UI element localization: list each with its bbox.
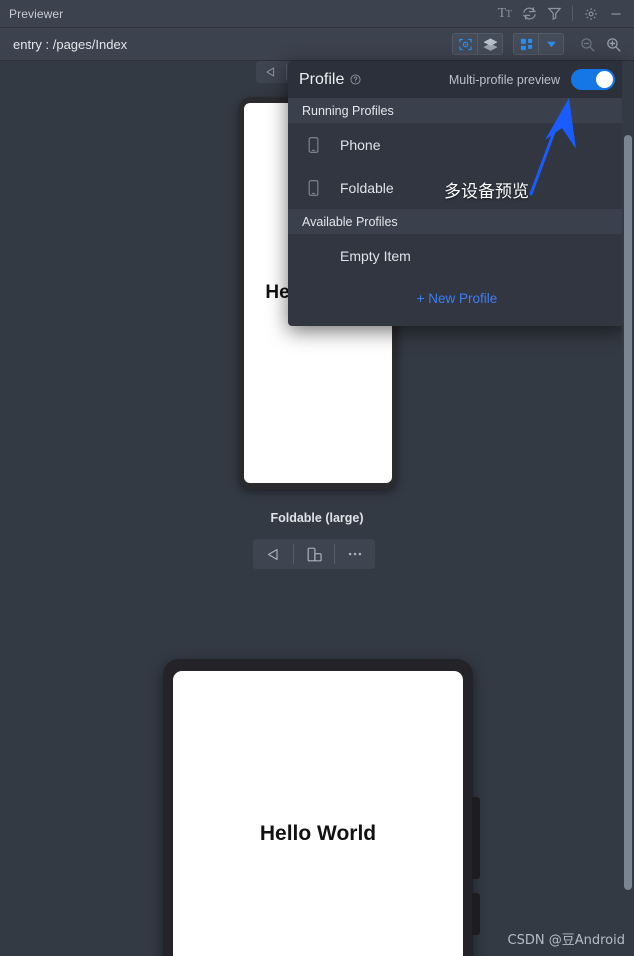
profile-dropdown-chevron-icon[interactable]	[539, 34, 563, 54]
play-back-icon[interactable]	[256, 61, 286, 83]
foldable-device-icon	[302, 179, 324, 196]
profile-item-label: Empty Item	[340, 247, 411, 264]
profile-item-label: Phone	[340, 136, 381, 153]
multi-device-grid-icon[interactable]	[514, 34, 538, 54]
font-size-icon[interactable]: TT	[492, 0, 517, 28]
profile-selector-group[interactable]	[513, 33, 564, 55]
foldable-preview-toolbar[interactable]	[253, 539, 375, 569]
multi-profile-toggle-label: Multi-profile preview	[448, 72, 560, 87]
annotation-label: 多设备预览	[444, 182, 529, 202]
section-header-available-profiles: Available Profiles	[288, 209, 626, 234]
multi-profile-preview-toggle[interactable]	[571, 69, 615, 90]
play-back-icon[interactable]	[253, 539, 293, 569]
entry-path-label: entry : /pages/Index	[13, 36, 128, 52]
watermark-text: CSDN @豆Android	[507, 933, 625, 948]
profile-item-empty[interactable]: Empty Item	[288, 234, 626, 277]
zoom-out-icon[interactable]	[574, 31, 600, 57]
titlebar-divider	[572, 6, 573, 21]
path-toolbar: entry : /pages/Index	[0, 28, 634, 61]
minimize-icon[interactable]	[603, 0, 628, 28]
view-mode-group	[452, 33, 503, 55]
foldable-screen-text: Hello World	[259, 822, 377, 845]
titlebar-icon-group: TT	[492, 0, 634, 28]
profile-panel-header: Profile Multi-profile preview	[288, 61, 626, 98]
foldable-device-screen: Hello World	[173, 671, 463, 956]
window-titlebar: Previewer TT	[0, 0, 634, 28]
profile-item-phone[interactable]: Phone	[288, 123, 626, 166]
fold-device-icon[interactable]	[294, 539, 334, 569]
zoom-in-icon[interactable]	[600, 31, 626, 57]
foldable-device-preview[interactable]: Hello World	[163, 659, 480, 956]
profile-item-label: Foldable	[340, 179, 394, 196]
more-options-icon[interactable]	[335, 539, 375, 569]
foldable-device-label: Foldable (large)	[270, 511, 364, 525]
settings-gear-icon[interactable]	[578, 0, 603, 28]
plug-icon[interactable]	[542, 0, 567, 28]
toggle-knob	[596, 71, 613, 88]
foldable-side-button-volume	[472, 893, 480, 935]
phone-device-icon	[302, 136, 324, 153]
profile-panel-title: Profile	[299, 70, 345, 88]
layers-icon[interactable]	[478, 34, 502, 54]
new-profile-button[interactable]: + New Profile	[288, 277, 626, 320]
foldable-side-button-power	[472, 797, 480, 879]
refresh-icon[interactable]	[517, 0, 542, 28]
help-circle-icon[interactable]	[350, 74, 361, 85]
inspector-icon[interactable]	[453, 34, 477, 54]
section-header-running-profiles: Running Profiles	[288, 98, 626, 123]
window-title: Previewer	[9, 6, 64, 21]
path-toolbar-actions	[452, 31, 634, 57]
canvas-scrollbar-thumb[interactable]	[624, 135, 632, 890]
